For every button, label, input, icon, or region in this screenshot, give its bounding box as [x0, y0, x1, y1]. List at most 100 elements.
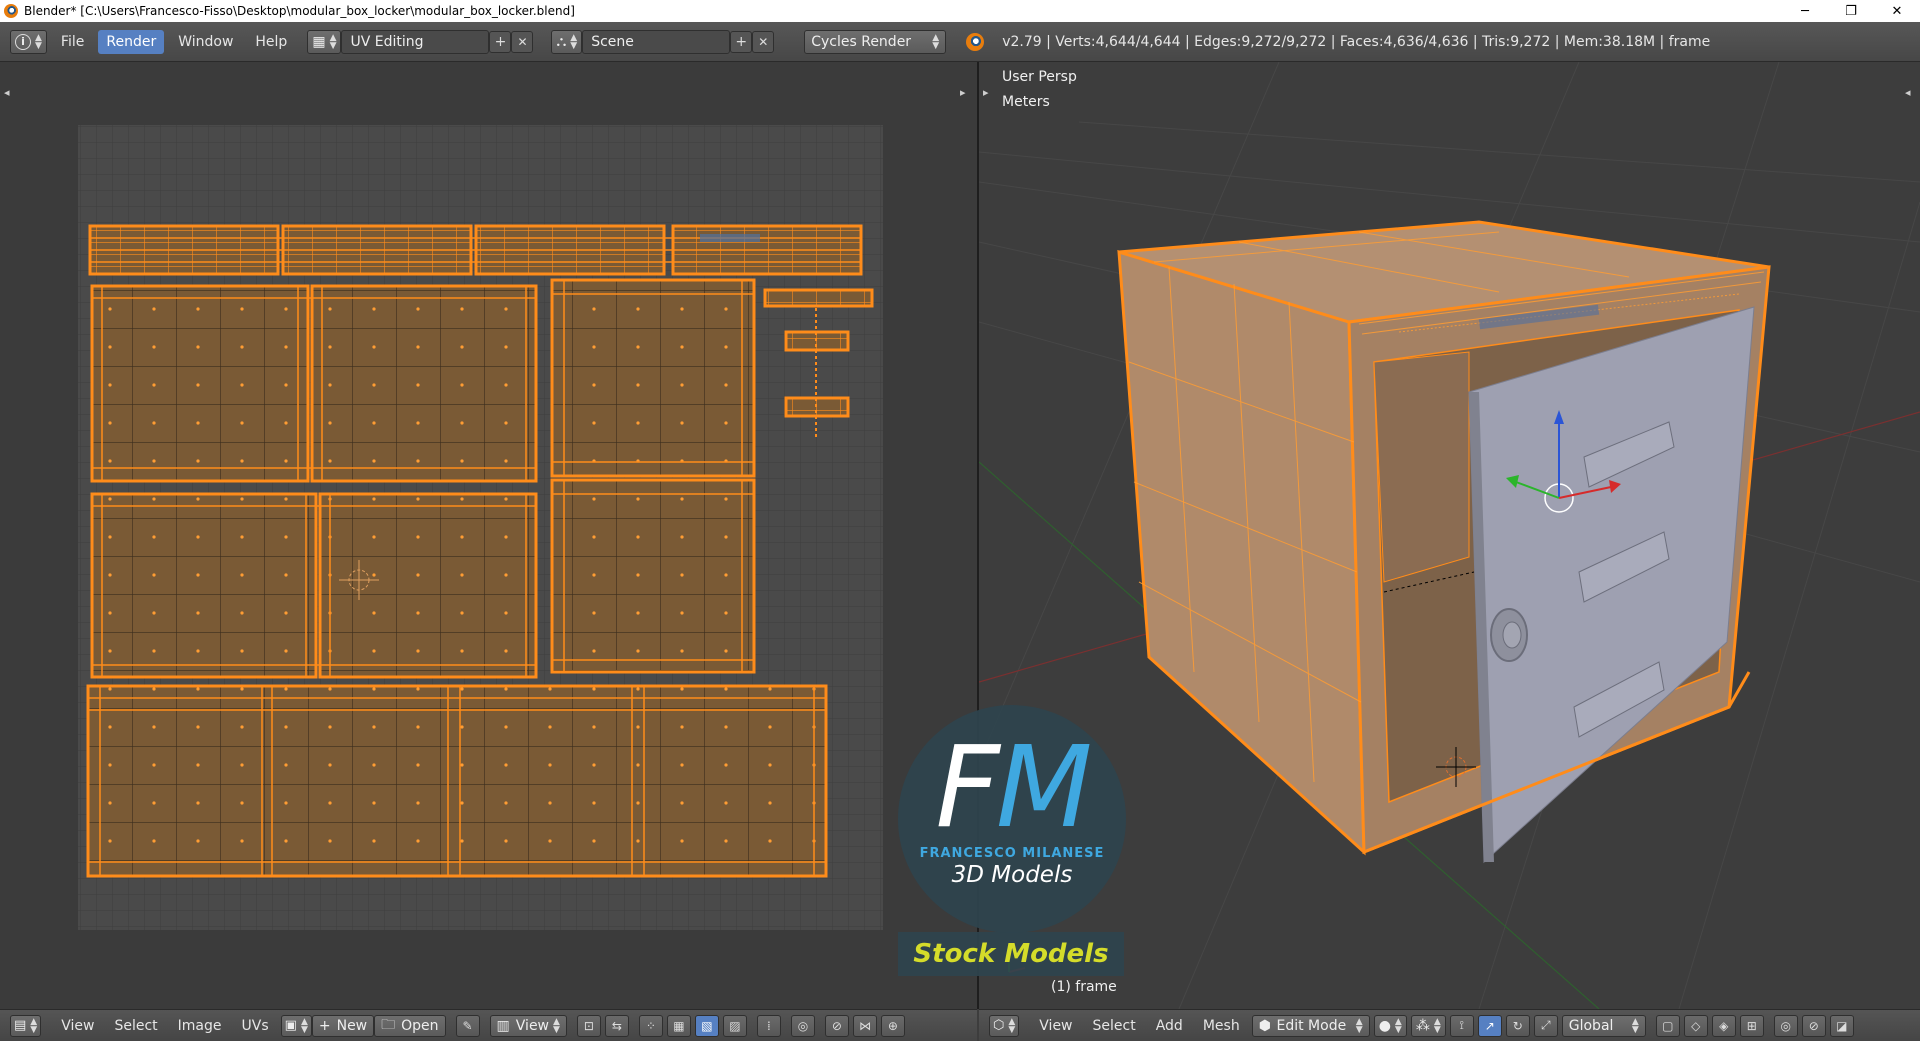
- layout-selector[interactable]: ▦ ▲ ▼: [307, 29, 342, 54]
- blender-logo-icon: [4, 4, 18, 18]
- translate-manipulator-icon[interactable]: ↗: [1477, 1014, 1502, 1037]
- view-name-label: User Persp: [1002, 69, 1077, 85]
- menu-window[interactable]: Window: [170, 30, 241, 54]
- uv-menu-select[interactable]: Select: [106, 1015, 165, 1037]
- menu-help[interactable]: Help: [247, 30, 295, 54]
- transform-orientation-selector[interactable]: Global ▲ ▼: [1561, 1014, 1646, 1037]
- layout-name-field[interactable]: UV Editing: [341, 29, 490, 54]
- snap-3d-icon[interactable]: ⊘: [1801, 1014, 1826, 1037]
- scene-selector[interactable]: ⛬ ▲ ▼: [551, 29, 583, 54]
- uv-menu-uvs[interactable]: UVs: [234, 1015, 277, 1037]
- rotate-manipulator-icon[interactable]: ↻: [1505, 1014, 1530, 1037]
- vertex-mode-icon[interactable]: ◇: [1683, 1014, 1708, 1037]
- toolshelf-toggle-icon[interactable]: ▸: [983, 86, 989, 99]
- scene-name-field[interactable]: Scene: [582, 29, 731, 54]
- uv-editor-type-selector[interactable]: ▤ ▲ ▼: [10, 1014, 42, 1037]
- uv-menu-image[interactable]: Image: [170, 1015, 230, 1037]
- pin-image-icon[interactable]: ✎: [455, 1014, 480, 1037]
- scene-statistics: v2.79 | Verts:4,644/4,644 | Edges:9,272/…: [1002, 33, 1711, 50]
- 3d-editor-type-selector[interactable]: ⬡ ▲ ▼: [989, 1014, 1020, 1037]
- watermark-subtitle: 3D Models: [951, 862, 1073, 888]
- snap-target-icon[interactable]: ⋈: [852, 1014, 877, 1037]
- info-icon: i: [15, 33, 31, 50]
- remove-scene-button[interactable]: ✕: [752, 30, 775, 53]
- 3d-menu-view[interactable]: View: [1031, 1015, 1080, 1037]
- image-editor-icon: ▤: [14, 1018, 27, 1033]
- layer-toggle-icon[interactable]: ▢: [1655, 1014, 1680, 1037]
- uv-image-editor[interactable]: ◂ ▸: [0, 62, 977, 1009]
- mode-label: Edit Mode: [1276, 1017, 1347, 1034]
- add-scene-button[interactable]: +: [730, 30, 753, 53]
- maximize-button[interactable]: ❐: [1828, 0, 1874, 22]
- menu-render[interactable]: Render: [98, 29, 165, 54]
- face-mode-icon[interactable]: ◈: [1711, 1014, 1736, 1037]
- chevron-updown-icon: ▲ ▼: [1433, 1016, 1441, 1035]
- cube-icon: ⬡: [993, 1018, 1005, 1033]
- image-browse-selector[interactable]: ▣ ▲ ▼: [280, 1014, 312, 1037]
- blender-version-icon: [966, 32, 985, 51]
- edit-mode-icon: ⬢: [1258, 1017, 1271, 1034]
- image-view-mode-selector[interactable]: ▥ View ▲ ▼: [489, 1014, 567, 1037]
- window-title: Blender* [C:\Users\Francesco-Fisso\Deskt…: [24, 4, 575, 18]
- open-image-button[interactable]: 🗀 Open: [374, 1014, 446, 1037]
- render-preview-icon[interactable]: ◪: [1829, 1014, 1854, 1037]
- units-label: Meters: [1002, 94, 1050, 110]
- add-layout-button[interactable]: +: [489, 30, 512, 53]
- 3d-menu-mesh[interactable]: Mesh: [1195, 1015, 1248, 1037]
- info-header: i ▲ ▼ File Render Window Help ▦ ▲ ▼ UV Edi…: [0, 22, 1920, 62]
- chevron-updown-icon: ▲ ▼: [1394, 1016, 1402, 1035]
- uv-menu-view[interactable]: View: [53, 1015, 102, 1037]
- folder-icon: 🗀: [381, 1016, 396, 1033]
- new-image-button[interactable]: + New: [311, 1014, 375, 1037]
- orientation-label: Global: [1568, 1017, 1614, 1034]
- chevron-updown-icon: ▲ ▼: [1355, 1016, 1363, 1035]
- plus-icon: +: [318, 1017, 331, 1034]
- minimize-button[interactable]: ─: [1782, 0, 1828, 22]
- uv-editor-header: ▤ ▲ ▼ View Select Image UVs ▣ ▲ ▼ + New 🗀 …: [0, 1009, 977, 1041]
- menu-file[interactable]: File: [53, 30, 92, 54]
- uv-cursor-icon[interactable]: ⊕: [880, 1014, 905, 1037]
- close-button[interactable]: ✕: [1874, 0, 1920, 22]
- render-engine-selector[interactable]: Cycles Render ▲ ▼: [804, 29, 947, 54]
- remove-layout-button[interactable]: ✕: [511, 30, 534, 53]
- region-toggle-right-icon[interactable]: ▸: [960, 86, 966, 99]
- face-select-icon[interactable]: ▧: [694, 1014, 719, 1037]
- chevron-updown-icon: ▲ ▼: [570, 32, 578, 51]
- island-select-icon[interactable]: ▨: [722, 1014, 747, 1037]
- view-mode-label: View: [515, 1017, 550, 1034]
- window-titlebar: Blender* [C:\Users\Francesco-Fisso\Deskt…: [0, 0, 1920, 22]
- interaction-mode-selector[interactable]: ⬢ Edit Mode ▲ ▼: [1251, 1014, 1370, 1037]
- new-image-label: New: [336, 1017, 368, 1034]
- region-toggle-left-icon[interactable]: ◂: [4, 86, 10, 99]
- vertex-select-icon[interactable]: ⁘: [638, 1014, 663, 1037]
- scale-manipulator-icon[interactable]: ⤢: [1533, 1014, 1558, 1037]
- locker-model: [1117, 220, 1771, 864]
- pivot-point-selector[interactable]: ⁂ ▲ ▼: [1410, 1014, 1446, 1037]
- pivot-icon[interactable]: ⊡: [576, 1014, 601, 1037]
- active-object-label: (1) frame: [1051, 979, 1117, 995]
- watermark-name: FRANCESCO MILANESE: [919, 846, 1105, 861]
- layout-grid-icon: ▦: [312, 33, 326, 50]
- edge-select-icon[interactable]: ▦: [666, 1014, 691, 1037]
- shading-selector[interactable]: ● ▲ ▼: [1373, 1014, 1407, 1037]
- 3d-menu-add[interactable]: Add: [1148, 1015, 1191, 1037]
- view-mode-icon: ▥: [496, 1017, 510, 1034]
- chevron-updown-icon: ▲ ▼: [932, 32, 940, 51]
- scene-icon: ⛬: [556, 33, 567, 50]
- uv-canvas[interactable]: ◂ ▸: [0, 62, 977, 1009]
- uv-sync-selection-icon[interactable]: ⇆: [604, 1014, 629, 1037]
- editor-type-selector[interactable]: i ▲ ▼: [10, 29, 47, 54]
- sticky-selection-icon[interactable]: ⁞: [756, 1014, 781, 1037]
- chevron-updown-icon: ▲ ▼: [300, 1016, 308, 1035]
- manipulator-toggle-icon[interactable]: ⟟: [1449, 1014, 1474, 1037]
- proportional-3d-icon[interactable]: ◎: [1773, 1014, 1798, 1037]
- proportional-edit-icon[interactable]: ◎: [790, 1014, 815, 1037]
- snap-element-icon[interactable]: ⊞: [1739, 1014, 1764, 1037]
- properties-toggle-icon[interactable]: ◂: [1905, 86, 1911, 99]
- 3d-menu-select[interactable]: Select: [1085, 1015, 1144, 1037]
- snap-icon[interactable]: ⊘: [824, 1014, 849, 1037]
- uv-selected-faces: [700, 234, 760, 242]
- solid-shading-icon: ●: [1378, 1017, 1391, 1034]
- open-image-label: Open: [401, 1017, 439, 1034]
- watermark-initials: FM: [935, 723, 1092, 853]
